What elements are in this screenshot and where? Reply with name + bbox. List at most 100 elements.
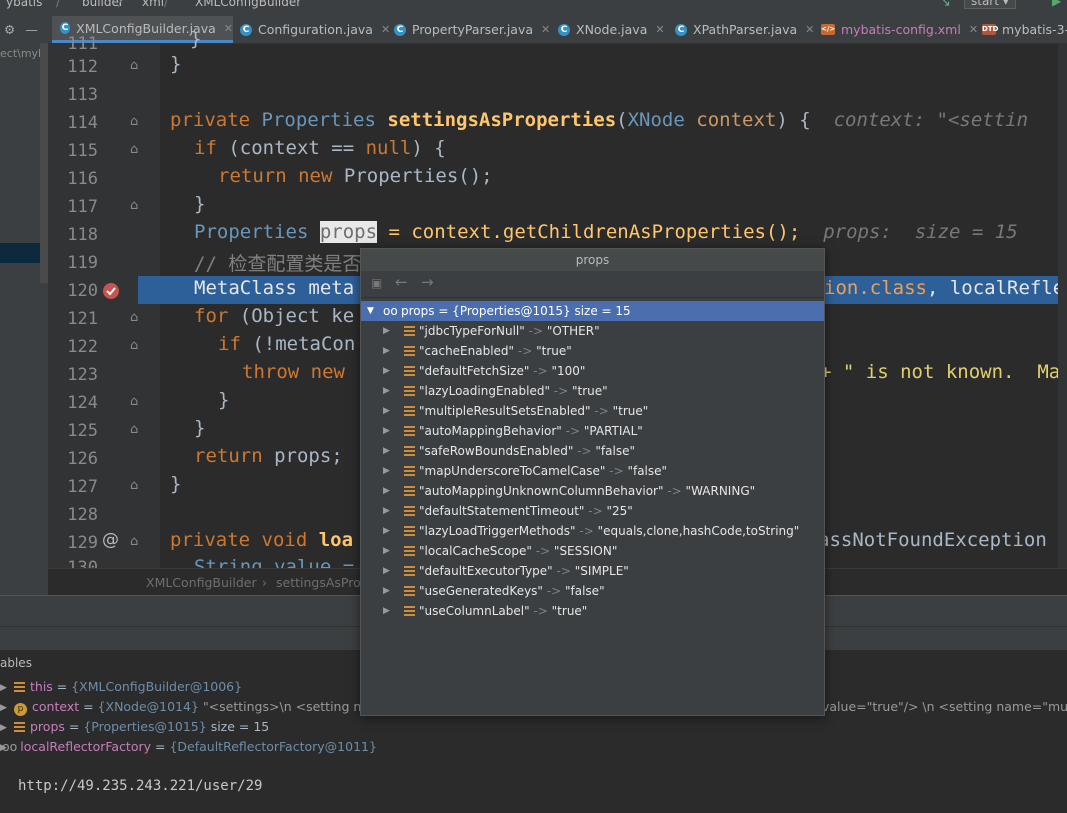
code-line-127: } — [170, 473, 182, 495]
fold-icon[interactable]: ⌂ — [130, 338, 138, 353]
nav-crumb-class[interactable]: XMLConfigBuilder — [195, 0, 301, 9]
expand-arrow-icon[interactable]: ▶ — [383, 361, 390, 381]
tree-entry-row[interactable]: ▶ "jdbcTypeForNull" -> "OTHER" — [361, 321, 824, 341]
fold-icon[interactable]: ⌂ — [130, 394, 138, 409]
line-number: 113 — [67, 85, 98, 105]
close-icon[interactable]: ✕ — [805, 23, 814, 36]
project-selected-row[interactable] — [0, 243, 40, 263]
expand-arrow-icon[interactable]: ▶ — [383, 321, 390, 341]
code-line-123: throw new — [242, 361, 345, 383]
expand-arrow-icon[interactable]: ▶ — [383, 401, 390, 421]
expand-arrow-icon[interactable]: ▶ — [383, 521, 390, 541]
tab-label: mybatis-3-c — [1002, 22, 1067, 37]
fold-icon[interactable]: ⌂ — [130, 310, 138, 325]
breakpoint-icon[interactable] — [102, 282, 120, 300]
close-icon[interactable]: ✕ — [655, 23, 664, 36]
back-arrow-icon[interactable]: ← — [395, 273, 408, 291]
tree-entry-row[interactable]: ▶ "safeRowBoundsEnabled" -> "false" — [361, 441, 824, 461]
tree-entry-row[interactable]: ▶ "mapUnderscoreToCamelCase" -> "false" — [361, 461, 824, 481]
tree-entry-row[interactable]: ▶ "useColumnLabel" -> "true" — [361, 601, 824, 621]
tree-entry-row[interactable]: ▶ "localCacheScope" -> "SESSION" — [361, 541, 824, 561]
breadcrumb-class[interactable]: XMLConfigBuilder — [146, 575, 257, 590]
run-config-select[interactable]: start ▾ — [964, 0, 1016, 9]
tree-entry-row[interactable]: ▶ "autoMappingBehavior" -> "PARTIAL" — [361, 421, 824, 441]
entry-icon — [404, 506, 415, 517]
tree-entry-row[interactable]: ▶ "lazyLoadingEnabled" -> "true" — [361, 381, 824, 401]
expand-arrow-icon[interactable]: ▶ — [383, 561, 390, 581]
copy-icon[interactable]: ▣ — [371, 276, 382, 290]
breadcrumb-method[interactable]: settingsAsProp — [276, 575, 369, 590]
variable-row-localreflectorfactory[interactable]: oo localReflectorFactory = {DefaultReflec… — [2, 739, 377, 754]
tree-entry-row[interactable]: ▶ "cacheEnabled" -> "true" — [361, 341, 824, 361]
entry-text: "defaultExecutorType" -> "SIMPLE" — [419, 561, 629, 581]
variable-row-props[interactable]: props = {Properties@1015} size = 15 — [14, 719, 269, 734]
entry-arrow: -> — [579, 524, 594, 538]
editor-scrollbar[interactable] — [1058, 43, 1067, 568]
close-icon[interactable]: ✕ — [224, 22, 233, 35]
entry-key: "defaultStatementTimeout" — [419, 504, 585, 518]
fold-icon[interactable]: ⌂ — [130, 142, 138, 157]
expand-arrow-icon[interactable]: ▶ — [383, 541, 390, 561]
fold-icon[interactable]: ⌂ — [130, 422, 138, 437]
minimize-icon[interactable]: — — [25, 22, 38, 37]
hammer-icon[interactable]: ↘ — [940, 0, 951, 10]
close-icon[interactable]: ✕ — [541, 23, 550, 36]
tree-entry-row[interactable]: ▶ "defaultFetchSize" -> "100" — [361, 361, 824, 381]
entry-icon — [404, 366, 415, 377]
run-icon[interactable]: ▶ — [1052, 0, 1061, 8]
tab-xnode[interactable]: C XNode.java ✕ — [552, 16, 665, 43]
expand-arrow-icon[interactable]: ▶ — [383, 481, 390, 501]
expand-arrow-icon[interactable]: ▶ — [383, 601, 390, 621]
fold-icon[interactable]: ⌂ — [130, 114, 138, 129]
expand-arrow-icon[interactable]: ▶ — [383, 421, 390, 441]
java-class-icon: C — [60, 22, 71, 34]
code-line-122: if (!metaCon — [218, 333, 355, 355]
code-token: for — [194, 305, 229, 327]
expand-arrow-icon[interactable]: ▶ — [383, 341, 390, 361]
tab-mybatis-dtd[interactable]: DTD mybatis-3-c — [976, 16, 1067, 43]
tree-root-row[interactable]: ▼ oo props = {Properties@1015} size = 15 — [361, 301, 824, 321]
variable-row-this[interactable]: this = {XMLConfigBuilder@1006} — [14, 679, 242, 694]
popup-toolbar: ▣ ← → — [361, 271, 824, 298]
entry-value: "false" — [595, 444, 635, 458]
fold-icon[interactable]: ⌂ — [130, 58, 138, 73]
expand-arrow-icon[interactable]: ▶ — [383, 501, 390, 521]
expand-arrow-icon[interactable]: ▶ — [383, 441, 390, 461]
breadcrumb-separator: › — [262, 575, 267, 590]
fold-icon[interactable]: ⌂ — [130, 534, 138, 549]
override-marker-icon[interactable]: @ — [102, 530, 119, 550]
tree-entry-row[interactable]: ▶ "defaultExecutorType" -> "SIMPLE" — [361, 561, 824, 581]
variable-preview: value="true"/> \n <setting name="mu — [822, 699, 1067, 714]
selected-variable[interactable]: props — [319, 221, 378, 243]
expand-arrow-icon[interactable]: ▼ — [367, 301, 374, 321]
tree-entry-row[interactable]: ▶ "multipleResultSetsEnabled" -> "true" — [361, 401, 824, 421]
gear-icon[interactable]: ⚙ — [4, 22, 15, 37]
line-number: 111 — [67, 34, 98, 54]
fold-icon[interactable]: ⌂ — [130, 478, 138, 493]
tab-configuration[interactable]: C Configuration.java ✕ — [234, 16, 390, 43]
code-token: ion.class — [824, 277, 927, 299]
expand-arrow-icon[interactable]: ▶ — [383, 461, 390, 481]
tab-xpathparser[interactable]: C XPathParser.java ✕ — [669, 16, 814, 43]
project-scrollbar[interactable] — [40, 43, 48, 283]
expand-arrow-icon[interactable]: ▶ — [383, 581, 390, 601]
variable-row-context[interactable]: p context = {XNode@1014} "<settings>\n <s… — [14, 699, 389, 716]
tree-entry-row[interactable]: ▶ "defaultStatementTimeout" -> "25" — [361, 501, 824, 521]
tree-entry-row[interactable]: ▶ "autoMappingUnknownColumnBehavior" -> "… — [361, 481, 824, 501]
entry-arrow: -> — [565, 424, 581, 438]
code-line-125: } — [194, 417, 206, 439]
expand-arrow-icon[interactable]: ▶ — [383, 381, 390, 401]
tree-entry-row[interactable]: ▶ "lazyLoadTriggerMethods" -> "equals,clo… — [361, 521, 824, 541]
tree-entry-row[interactable]: ▶ "useGeneratedKeys" -> "false" — [361, 581, 824, 601]
nav-crumb-subpackage[interactable]: xml — [142, 0, 164, 9]
fold-icon[interactable]: ⌂ — [130, 198, 138, 213]
forward-arrow-icon[interactable]: → — [421, 273, 434, 291]
java-class-icon: C — [558, 23, 570, 36]
tab-propertyparser[interactable]: C PropertyParser.java ✕ — [388, 16, 550, 43]
variable-name: localReflectorFactory — [20, 739, 152, 754]
tab-mybatis-config[interactable]: </> mybatis-config.xml ✕ — [815, 16, 978, 43]
entry-arrow: -> — [535, 544, 551, 558]
code-line-116: return new Properties(); — [218, 165, 493, 187]
code-line-129-tail: assNotFoundException — [818, 529, 1047, 551]
nav-crumb-module[interactable]: ybatis — [6, 0, 42, 9]
